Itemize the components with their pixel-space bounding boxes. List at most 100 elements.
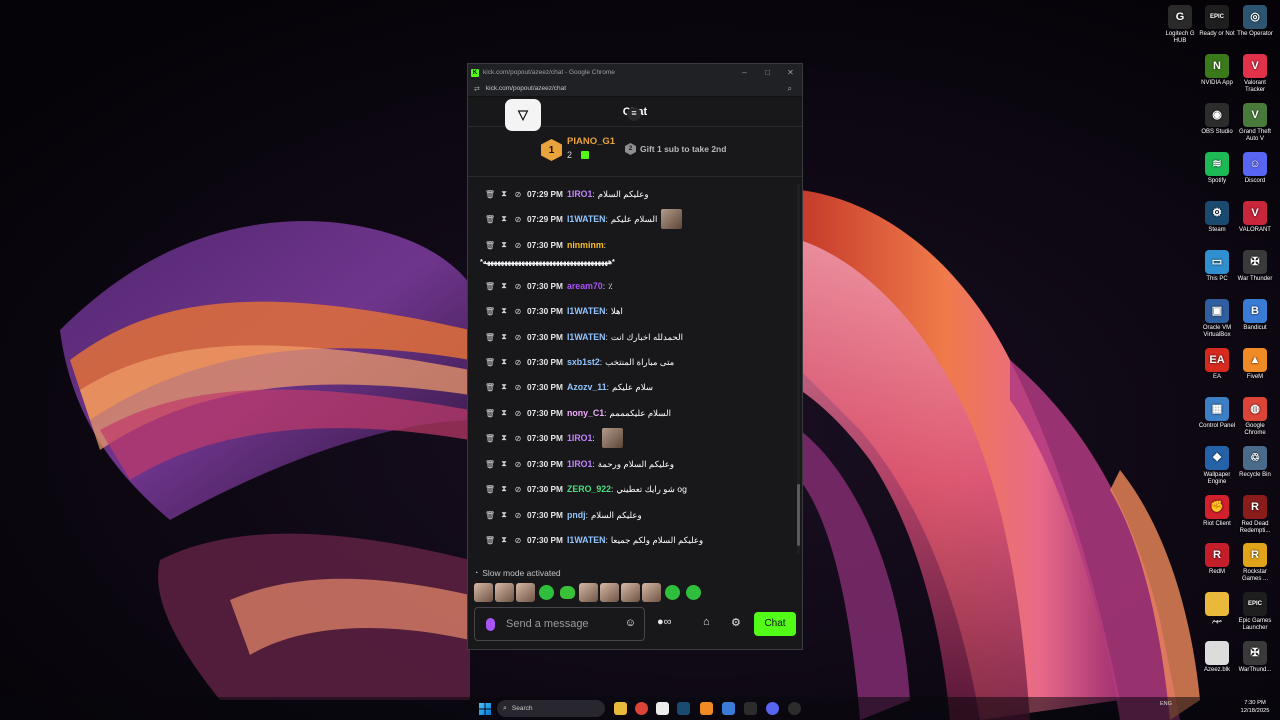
store-icon[interactable] <box>656 702 669 715</box>
collapse-leaderboard-button[interactable]: ≡ <box>627 107 641 121</box>
message-input-box[interactable]: ☺ <box>474 607 645 641</box>
quick-emote-photo[interactable] <box>621 583 640 602</box>
message-username[interactable]: I1WATEN <box>567 306 605 316</box>
delete-icon[interactable]: 🗑 <box>483 215 497 224</box>
quick-emote-frog[interactable] <box>663 583 682 602</box>
desktop-shortcut[interactable]: ❖ Wallpaper Engine <box>1197 446 1237 486</box>
timeout-icon[interactable]: ⧗ <box>497 189 511 199</box>
delete-icon[interactable]: 🗑 <box>483 536 497 545</box>
emoji-icon[interactable]: ☺ <box>625 617 636 629</box>
ban-icon[interactable]: ⊘ <box>511 190 525 199</box>
ban-icon[interactable]: ⊘ <box>511 307 525 316</box>
delete-icon[interactable]: 🗑 <box>483 358 497 367</box>
quick-emote-photo[interactable] <box>579 583 598 602</box>
message-username[interactable]: 1IRO1 <box>567 189 592 199</box>
address-bar[interactable]: ⇄ kick.com/popout/azeez/chat ⌕ <box>468 81 802 97</box>
chrome-taskbar-icon[interactable] <box>635 702 648 715</box>
scrollbar-thumb[interactable] <box>797 484 800 546</box>
message-username[interactable]: I1WATEN <box>567 214 605 224</box>
steam-taskbar-icon[interactable] <box>677 702 690 715</box>
ban-icon[interactable]: ⊘ <box>511 282 525 291</box>
desktop-shortcut[interactable]: B Bandicut <box>1235 299 1275 332</box>
fivem-taskbar-icon[interactable] <box>700 702 713 715</box>
desktop-shortcut[interactable]: ≋ Spotify <box>1197 152 1237 185</box>
delete-icon[interactable]: 🗑 <box>483 460 497 469</box>
delete-icon[interactable]: 🗑 <box>483 511 497 520</box>
message-username[interactable]: I1WATEN <box>567 332 605 342</box>
close-icon[interactable]: ✕ <box>779 68 802 77</box>
desktop-shortcut[interactable]: ▲ FiveM <box>1235 348 1275 381</box>
ban-icon[interactable]: ⊘ <box>511 333 525 342</box>
desktop-shortcut[interactable]: N NVIDIA App <box>1197 54 1237 87</box>
delete-icon[interactable]: 🗑 <box>483 241 497 250</box>
minimize-icon[interactable]: – <box>733 68 756 77</box>
desktop-shortcut[interactable]: R Red Dead Redempti... <box>1235 495 1275 535</box>
site-info-icon[interactable]: ⇄ <box>474 85 480 93</box>
media-taskbar-icon[interactable] <box>744 702 757 715</box>
taskbar-clock[interactable]: 7:30 PM 12/18/2025 <box>1232 699 1278 715</box>
desktop-shortcut[interactable]: ✠ WarThund... <box>1235 641 1275 674</box>
message-username[interactable]: Azozv_11 <box>567 382 607 392</box>
desktop-shortcut[interactable]: ◎ The Operator <box>1235 5 1275 38</box>
quick-emote-photo[interactable] <box>474 583 493 602</box>
app-taskbar-icon[interactable] <box>722 702 735 715</box>
timeout-icon[interactable]: ⧗ <box>497 382 511 392</box>
ban-icon[interactable]: ⊘ <box>511 383 525 392</box>
channel-points-icon[interactable]: ●∞ <box>657 616 672 628</box>
message-username[interactable]: nony_C1 <box>567 408 604 418</box>
quick-emote-blob[interactable] <box>558 583 577 602</box>
quick-emote-frog[interactable] <box>537 583 556 602</box>
message-username[interactable]: pndj <box>567 510 586 520</box>
timeout-icon[interactable]: ⧗ <box>497 484 511 494</box>
delete-icon[interactable]: 🗑 <box>483 333 497 342</box>
ban-icon[interactable]: ⊘ <box>511 536 525 545</box>
taskbar-search[interactable]: ⌕ Search <box>497 700 605 717</box>
desktop-shortcut[interactable]: ▦ Control Panel <box>1197 397 1237 430</box>
discord-taskbar-icon[interactable] <box>766 702 779 715</box>
timeout-icon[interactable]: ⧗ <box>497 214 511 224</box>
timeout-icon[interactable]: ⧗ <box>497 306 511 316</box>
quick-emote-photo[interactable] <box>600 583 619 602</box>
desktop-shortcut[interactable]: V Valorant Tracker <box>1235 54 1275 94</box>
message-username[interactable]: sxb1st2 <box>567 357 600 367</box>
delete-icon[interactable]: 🗑 <box>483 409 497 418</box>
desktop-shortcut[interactable]: ◍ Google Chrome <box>1235 397 1275 437</box>
message-username[interactable]: 1IRO1 <box>567 459 592 469</box>
desktop-shortcut[interactable]: EPIC Epic Games Launcher <box>1235 592 1275 632</box>
message-username[interactable]: ZERO_922 <box>567 484 611 494</box>
obs-taskbar-icon[interactable] <box>788 702 801 715</box>
timeout-icon[interactable]: ⧗ <box>497 408 511 418</box>
desktop-shortcut[interactable]: R RedM <box>1197 543 1237 576</box>
shop-icon[interactable]: ⌂ <box>703 616 710 628</box>
quick-emote-photo[interactable] <box>516 583 535 602</box>
mic-icon[interactable] <box>486 617 495 631</box>
desktop-shortcut[interactable]: ✠ War Thunder <box>1235 250 1275 283</box>
message-username[interactable]: aream70 <box>567 281 603 291</box>
file-explorer-icon[interactable] <box>614 702 627 715</box>
timeout-icon[interactable]: ⧗ <box>497 240 511 250</box>
delete-icon[interactable]: 🗑 <box>483 190 497 199</box>
message-username[interactable]: I1WATEN <box>567 535 605 545</box>
quick-emote-frog[interactable] <box>684 583 703 602</box>
timeout-icon[interactable]: ⧗ <box>497 281 511 291</box>
desktop-shortcut[interactable]: Azeez.blk <box>1197 641 1237 674</box>
desktop-shortcut[interactable]: G Logitech G HUB <box>1160 5 1200 45</box>
desktop-shortcut[interactable]: ⚙ Steam <box>1197 201 1237 234</box>
timeout-icon[interactable]: ⧗ <box>497 459 511 469</box>
window-titlebar[interactable]: K kick.com/popout/azeez/chat - Google Ch… <box>468 64 802 81</box>
maximize-icon[interactable]: □ <box>756 68 779 77</box>
message-input[interactable] <box>506 618 624 630</box>
delete-icon[interactable]: 🗑 <box>483 282 497 291</box>
desktop-shortcut[interactable]: ◉ OBS Studio <box>1197 103 1237 136</box>
delete-icon[interactable]: 🗑 <box>483 307 497 316</box>
desktop-shortcut[interactable]: ▭ This PC <box>1197 250 1237 283</box>
delete-icon[interactable]: 🗑 <box>483 485 497 494</box>
desktop-shortcut[interactable]: V VALORANT <box>1235 201 1275 234</box>
message-username[interactable]: ninminm <box>567 240 604 250</box>
delete-icon[interactable]: 🗑 <box>483 434 497 443</box>
timeout-icon[interactable]: ⧗ <box>497 357 511 367</box>
desktop-shortcut[interactable]: مهم <box>1197 592 1237 625</box>
timeout-icon[interactable]: ⧗ <box>497 535 511 545</box>
ban-icon[interactable]: ⊘ <box>511 511 525 520</box>
desktop-shortcut[interactable]: ☺ Discord <box>1235 152 1275 185</box>
